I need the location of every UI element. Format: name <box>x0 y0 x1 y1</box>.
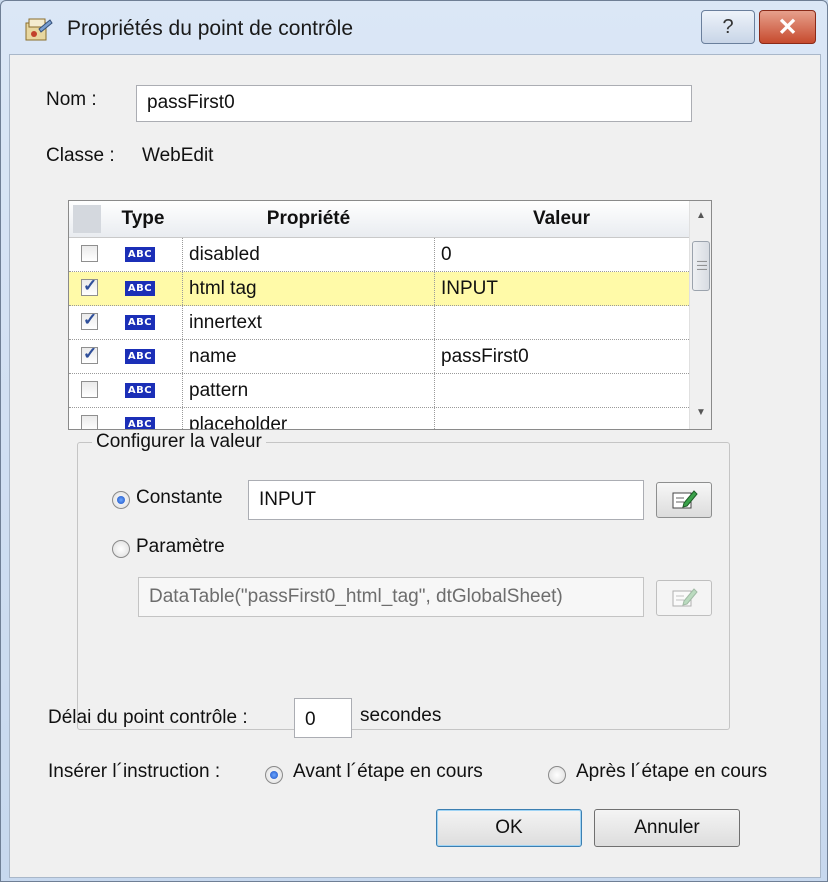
insert-after-radio[interactable] <box>548 766 566 784</box>
row-property: disabled <box>189 243 260 265</box>
constant-value-input[interactable]: INPUT <box>248 480 644 520</box>
edit-constant-button[interactable] <box>656 482 712 518</box>
insert-before-label[interactable]: Avant l´étape en cours <box>293 761 483 783</box>
row-property: html tag <box>189 277 257 299</box>
abc-type-icon: ABC <box>125 281 155 296</box>
abc-type-icon: ABC <box>125 383 155 398</box>
checkpoint-properties-icon <box>23 15 53 45</box>
insert-label: Insérer l´instruction : <box>48 761 221 782</box>
row-value <box>441 374 681 407</box>
row-checkbox[interactable] <box>81 415 98 429</box>
column-value[interactable]: Valeur <box>434 201 689 237</box>
timeout-input[interactable]: 0 <box>294 698 352 738</box>
row-value: 0 <box>441 243 452 265</box>
close-icon: ✕ <box>777 13 798 41</box>
dialog-window: Propriétés du point de contrôle ? ✕ Nom … <box>0 0 828 882</box>
help-icon: ? <box>722 15 734 38</box>
column-property[interactable]: Propriété <box>183 201 434 237</box>
row-property: placeholder <box>189 413 288 430</box>
timeout-label: Délai du point contrôle : <box>48 707 248 728</box>
configure-value-legend: Configurer la valeur <box>92 431 266 453</box>
title-bar[interactable]: Propriétés du point de contrôle ? ✕ <box>1 1 827 53</box>
constant-radio[interactable] <box>112 491 130 509</box>
class-label: Classe : <box>46 145 115 166</box>
scroll-up-icon[interactable]: ▲ <box>690 204 711 226</box>
row-property: name <box>189 345 237 367</box>
close-button[interactable]: ✕ <box>759 10 816 44</box>
parameter-radio[interactable] <box>112 540 130 558</box>
edit-value-icon <box>672 588 698 607</box>
grid-header: Type Propriété Valeur <box>69 201 689 238</box>
grid-row[interactable]: ABC innertext <box>69 306 689 340</box>
row-value: passFirst0 <box>441 345 529 367</box>
window-title: Propriétés du point de contrôle <box>67 17 354 40</box>
grid-scrollbar[interactable]: ▲ — — — ▼ <box>689 201 711 429</box>
cancel-button[interactable]: Annuler <box>594 809 740 847</box>
grid-row[interactable]: ABC html tag INPUT <box>69 272 689 306</box>
abc-type-icon: ABC <box>125 247 155 262</box>
row-value <box>441 306 681 339</box>
row-checkbox[interactable] <box>81 276 98 296</box>
abc-type-icon: ABC <box>125 315 155 330</box>
column-type[interactable]: Type <box>103 201 183 237</box>
properties-grid: Type Propriété Valeur ABC disabled 0 ABC… <box>68 200 712 430</box>
header-check-column <box>73 205 101 233</box>
row-checkbox[interactable] <box>81 310 98 330</box>
scroll-down-icon[interactable]: ▼ <box>690 401 711 423</box>
abc-type-icon: ABC <box>125 349 155 364</box>
timeout-unit: secondes <box>360 705 442 726</box>
insert-after-label[interactable]: Après l´étape en cours <box>576 761 767 783</box>
grid-row[interactable]: ABC pattern <box>69 374 689 408</box>
row-value <box>441 408 681 429</box>
insert-before-radio[interactable] <box>265 766 283 784</box>
grid-row[interactable]: ABC name passFirst0 <box>69 340 689 374</box>
scroll-thumb[interactable]: — — — <box>692 241 710 291</box>
grid-row[interactable]: ABC disabled 0 <box>69 238 689 272</box>
class-value: WebEdit <box>142 145 214 166</box>
row-property: innertext <box>189 311 262 333</box>
row-checkbox[interactable] <box>81 344 98 364</box>
row-value: INPUT <box>441 277 498 299</box>
row-property: pattern <box>189 379 249 401</box>
row-checkbox[interactable] <box>81 245 98 262</box>
ok-button[interactable]: OK <box>436 809 582 847</box>
parameter-label[interactable]: Paramètre <box>136 536 225 558</box>
help-button[interactable]: ? <box>701 10 755 44</box>
grid-row[interactable]: ABC placeholder <box>69 408 689 430</box>
constant-label[interactable]: Constante <box>136 487 223 509</box>
row-checkbox[interactable] <box>81 381 98 398</box>
parameter-value-input[interactable]: DataTable("passFirst0_html_tag", dtGloba… <box>138 577 644 617</box>
abc-type-icon: ABC <box>125 417 155 429</box>
dialog-body: Nom : passFirst0 Classe : WebEdit Type P… <box>9 54 821 878</box>
edit-parameter-button[interactable] <box>656 580 712 616</box>
edit-value-icon <box>672 490 698 509</box>
name-label: Nom : <box>46 89 97 110</box>
name-field[interactable]: passFirst0 <box>136 85 692 122</box>
